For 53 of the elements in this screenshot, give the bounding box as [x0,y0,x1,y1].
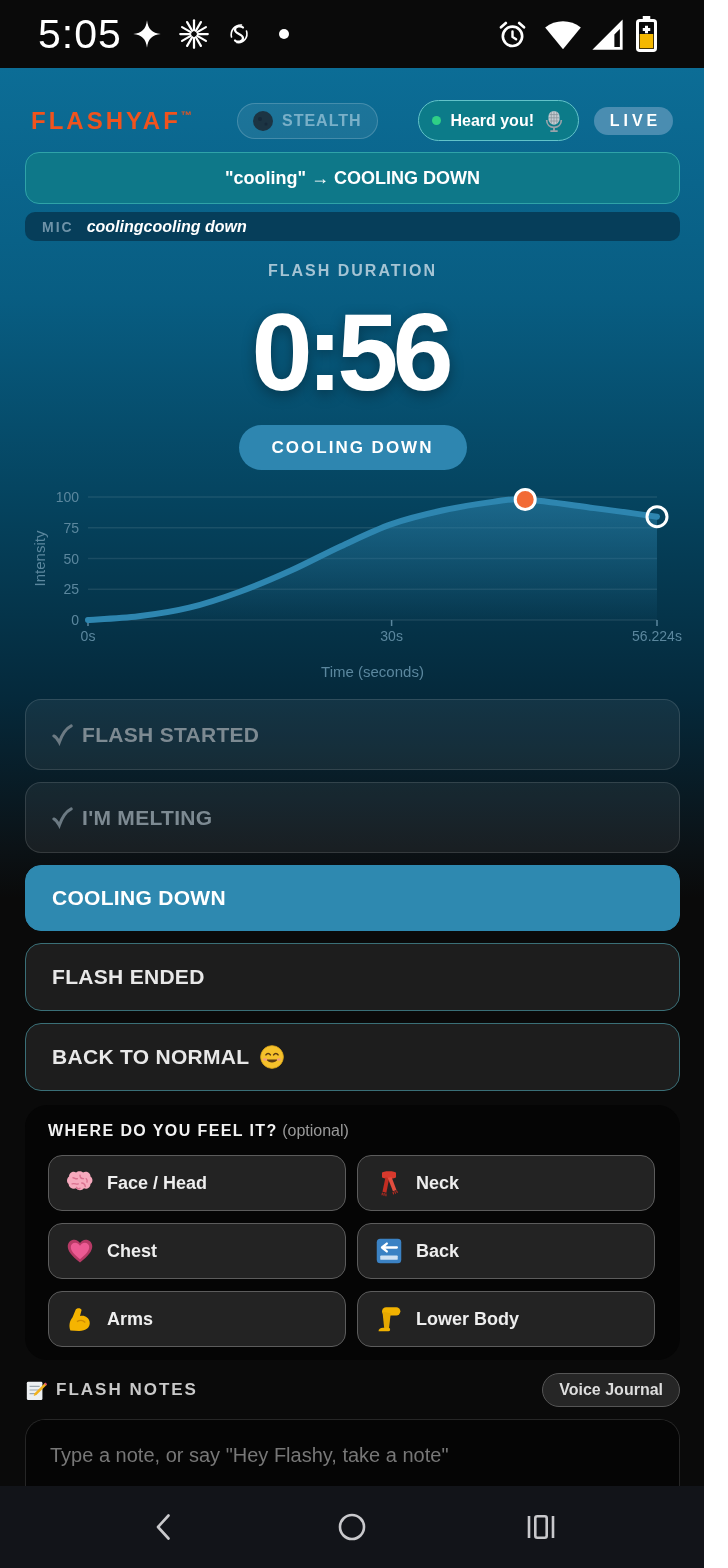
wifi-icon [544,18,582,50]
check-icon [52,806,74,829]
voice-journal-button[interactable]: Voice Journal [542,1373,680,1407]
body-area-button[interactable]: Face / Head [48,1155,346,1211]
section-title: FLASH NOTES [56,1380,198,1400]
body-area-button[interactable]: Lower Body [357,1291,655,1347]
check-icon [52,723,74,746]
current-marker [645,505,669,529]
axis-tick-label: 0 [71,612,79,628]
moon-icon [253,110,273,131]
axis-tick-label: 30s [380,628,403,644]
stage-button[interactable]: FLASH ENDED [25,943,680,1011]
stage-button[interactable]: BACK TO NORMAL [25,1023,680,1091]
live-badge: LIVE [594,106,673,135]
heart-icon [66,1237,94,1265]
stage-button[interactable]: COOLING DOWN [25,865,680,931]
axis-tick-label: 50 [63,550,79,567]
peak-marker [513,488,537,511]
body-area-button[interactable]: Chest [48,1223,346,1279]
axis-title: Time (seconds) [321,663,424,680]
note-field[interactable]: Type a note, or say "Hey Flashy, take a note" [25,1419,680,1486]
status-time: 5:05 [38,10,122,58]
stage-button[interactable]: FLASH STARTED [25,699,680,770]
signal-icon [591,17,624,51]
axis-tick-label: 100 [55,489,79,505]
axis-title: Intensity [31,530,48,587]
microphone-icon [543,108,565,133]
voice-status-text: Heard you! [450,111,534,130]
recents-icon[interactable] [527,1514,555,1540]
memo-icon [25,1379,47,1401]
stage-button[interactable]: I'M MELTING [25,782,680,853]
mic-transcript: coolingcooling down [86,217,247,236]
starburst-icon [178,19,209,49]
section-title: WHERE DO YOU FEEL IT? (optional) [48,1121,350,1141]
axis-tick-label: 0s [80,628,96,644]
smiling-face-icon [259,1044,286,1070]
axis-tick-label: 75 [63,519,79,536]
body-area-button[interactable]: Neck [357,1155,655,1211]
battery-icon [636,16,657,52]
axis-tick-label: 56.224s [632,628,682,644]
duration-timer: 0:56 [251,296,450,408]
body-area-button[interactable]: Arms [48,1291,346,1347]
axis-tick-label: 25 [63,581,79,598]
body-area-button[interactable]: Back [357,1223,655,1279]
phase-badge: COOLING DOWN [238,425,467,470]
mic-label: MIC [42,218,74,235]
dot-icon [278,29,289,39]
alarm-clock-icon [498,19,527,49]
home-icon[interactable] [338,1513,366,1541]
back-icon[interactable] [155,1513,171,1541]
duration-label: FLASH DURATION [268,262,437,280]
app-logo: FLASHYAF$^{™}$ [31,106,193,135]
command-banner: "cooling" → COOLING DOWN [25,152,680,204]
